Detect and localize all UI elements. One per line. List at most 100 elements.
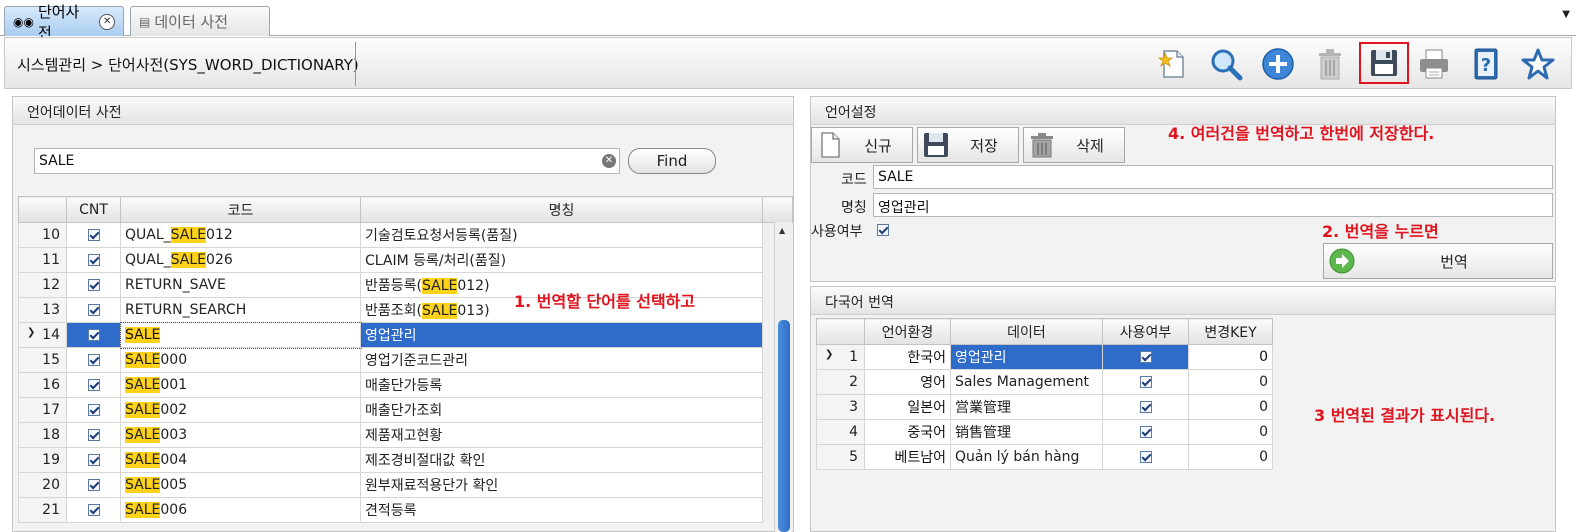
save-button[interactable]: 저장 <box>917 127 1019 163</box>
use-checkbox[interactable] <box>1139 401 1152 413</box>
table-row[interactable]: 16 SALE001 매출단가등록 <box>18 372 793 398</box>
favorite-icon[interactable] <box>1519 46 1557 82</box>
translate-button[interactable]: 번역 <box>1323 243 1553 279</box>
search-input[interactable] <box>34 148 620 174</box>
new-document-icon[interactable] <box>1153 46 1191 82</box>
table-row[interactable]: 5 베트남어 Quản lý bán hàng 0 <box>816 444 1273 470</box>
data-cell[interactable]: 销售管理 <box>950 419 1103 445</box>
use-checkbox[interactable] <box>1139 451 1152 463</box>
use-cell[interactable] <box>1102 444 1189 470</box>
cnt-cell[interactable] <box>66 347 121 373</box>
cnt-cell[interactable] <box>66 472 121 498</box>
change-key-cell[interactable]: 0 <box>1188 344 1273 370</box>
code-cell[interactable]: SALE001 <box>120 372 361 398</box>
delete-button[interactable]: 삭제 <box>1023 127 1125 163</box>
cnt-cell[interactable] <box>66 372 121 398</box>
use-checkbox[interactable] <box>1139 426 1152 438</box>
code-cell[interactable]: RETURN_SAVE <box>120 272 361 298</box>
column-header-locale[interactable]: 언어환경 <box>864 318 951 345</box>
table-row[interactable]: 4 중국어 销售管理 0 <box>816 419 1273 445</box>
name-cell[interactable]: CLAIM 등록/처리(품질) <box>360 247 763 273</box>
column-header-code[interactable]: 코드 <box>120 196 361 223</box>
data-cell[interactable]: Sales Management <box>950 369 1103 395</box>
vertical-scrollbar[interactable]: ▲ <box>774 222 792 532</box>
code-cell[interactable]: SALE004 <box>120 447 361 473</box>
cnt-cell[interactable] <box>66 422 121 448</box>
table-row[interactable]: 17 SALE002 매출단가조회 <box>18 397 793 423</box>
code-cell[interactable]: SALE000 <box>120 347 361 373</box>
column-header-name[interactable]: 명칭 <box>360 196 763 223</box>
cnt-checkbox[interactable] <box>87 404 100 416</box>
locale-cell[interactable]: 영어 <box>864 369 951 395</box>
save-icon[interactable] <box>1359 42 1409 84</box>
cnt-checkbox[interactable] <box>87 429 100 441</box>
cnt-checkbox[interactable] <box>87 379 100 391</box>
cnt-checkbox[interactable] <box>87 329 100 341</box>
find-button[interactable]: Find <box>628 148 716 174</box>
cnt-cell[interactable] <box>66 297 121 323</box>
name-cell[interactable]: 제조경비절대값 확인 <box>360 447 763 473</box>
locale-cell[interactable]: 한국어 <box>864 344 951 370</box>
change-key-cell[interactable]: 0 <box>1188 394 1273 420</box>
table-row[interactable]: 18 SALE003 제품재고현황 <box>18 422 793 448</box>
cnt-cell[interactable] <box>66 447 121 473</box>
print-icon[interactable] <box>1415 46 1453 82</box>
name-field[interactable]: 영업관리 <box>873 193 1553 217</box>
use-cell[interactable] <box>1102 419 1189 445</box>
help-icon[interactable]: ? <box>1467 46 1505 82</box>
name-cell[interactable]: 견적등록 <box>360 497 763 523</box>
cnt-checkbox[interactable] <box>87 279 100 291</box>
use-cell[interactable] <box>1102 344 1189 370</box>
code-cell[interactable]: QUAL_SALE026 <box>120 247 361 273</box>
table-row[interactable]: 20 SALE005 원부재료적용단가 확인 <box>18 472 793 498</box>
table-row[interactable]: 10 QUAL_SALE012 기술검토요청서등록(품질) <box>18 222 793 248</box>
name-cell[interactable]: 영업기준코드관리 <box>360 347 763 373</box>
code-cell[interactable]: SALE006 <box>120 497 361 523</box>
locale-cell[interactable]: 일본어 <box>864 394 951 420</box>
search-icon[interactable] <box>1207 46 1245 82</box>
cnt-checkbox[interactable] <box>87 354 100 366</box>
column-header-cnt[interactable]: CNT <box>66 196 121 223</box>
code-cell[interactable]: RETURN_SEARCH <box>120 297 361 323</box>
use-cell[interactable] <box>1102 369 1189 395</box>
close-icon[interactable]: ✕ <box>99 13 115 30</box>
locale-cell[interactable]: 중국어 <box>864 419 951 445</box>
name-cell[interactable]: 기술검토요청서등록(품질) <box>360 222 763 248</box>
code-cell[interactable]: SALE003 <box>120 422 361 448</box>
change-key-cell[interactable]: 0 <box>1188 444 1273 470</box>
cnt-checkbox[interactable] <box>87 304 100 316</box>
name-cell[interactable]: 원부재료적용단가 확인 <box>360 472 763 498</box>
name-cell[interactable]: 매출단가등록 <box>360 372 763 398</box>
code-cell[interactable]: SALE002 <box>120 397 361 423</box>
tab-word-dictionary[interactable]: ◉◉ 단어사전 ✕ <box>4 3 124 42</box>
code-field[interactable]: SALE <box>873 165 1553 189</box>
table-row[interactable]: 19 SALE004 제조경비절대값 확인 <box>18 447 793 473</box>
cnt-cell[interactable] <box>66 322 121 348</box>
column-header-use[interactable]: 사용여부 <box>1102 318 1189 345</box>
cnt-cell[interactable] <box>66 397 121 423</box>
table-row[interactable]: 2 영어 Sales Management 0 <box>816 369 1273 395</box>
cnt-checkbox[interactable] <box>87 504 100 516</box>
data-cell[interactable]: 営業管理 <box>950 394 1103 420</box>
name-cell[interactable]: 제품재고현황 <box>360 422 763 448</box>
locale-cell[interactable]: 베트남어 <box>864 444 951 470</box>
table-row[interactable]: 15 SALE000 영업기준코드관리 <box>18 347 793 373</box>
change-key-cell[interactable]: 0 <box>1188 419 1273 445</box>
chevron-down-icon[interactable]: ▼ <box>1562 9 1570 20</box>
cnt-cell[interactable] <box>66 222 121 248</box>
column-header-change-key[interactable]: 변경KEY <box>1188 318 1273 345</box>
table-row[interactable]: ❯ 1 한국어 영업관리 0 <box>816 344 1273 370</box>
scroll-up-icon[interactable]: ▲ <box>779 226 785 235</box>
add-icon[interactable] <box>1259 46 1297 82</box>
use-checkbox[interactable] <box>1139 376 1152 388</box>
cnt-checkbox[interactable] <box>87 479 100 491</box>
name-cell[interactable]: 매출단가조회 <box>360 397 763 423</box>
name-cell[interactable]: 영업관리 <box>360 322 763 348</box>
cnt-cell[interactable] <box>66 247 121 273</box>
tab-data-dictionary[interactable]: ▤ 데이터 사전 <box>130 6 270 36</box>
column-header-data[interactable]: 데이터 <box>950 318 1103 345</box>
cnt-cell[interactable] <box>66 272 121 298</box>
table-row[interactable]: ❯ 14 SALE 영업관리 <box>18 321 793 349</box>
code-cell[interactable]: SALE <box>119 321 362 349</box>
use-checkbox[interactable] <box>877 224 889 236</box>
